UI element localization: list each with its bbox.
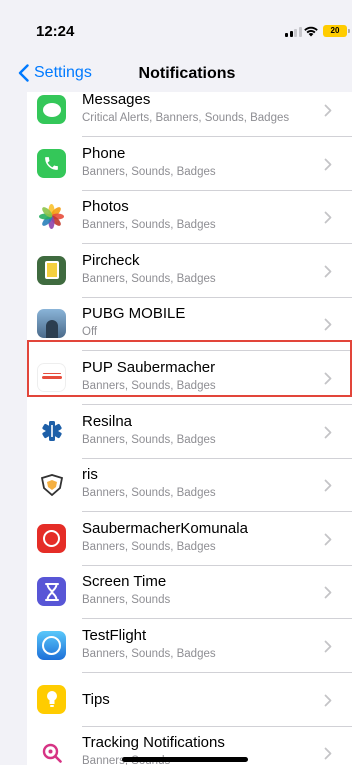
tracking-icon	[37, 738, 66, 765]
chevron-right-icon	[324, 104, 332, 117]
list-item[interactable]: SaubermacherKomunala Banners, Sounds, Bad…	[27, 512, 352, 566]
notification-settings: Banners, Sounds	[82, 594, 171, 607]
ris-icon	[37, 470, 66, 500]
list-item[interactable]: PUP Saubermacher Banners, Sounds, Badges	[27, 351, 352, 405]
chevron-right-icon	[324, 747, 332, 760]
chevron-right-icon	[324, 211, 332, 224]
notification-settings: Off	[82, 326, 98, 339]
list-item[interactable]: PUBG MOBILE Off	[27, 297, 352, 351]
battery-icon: 20	[323, 25, 350, 37]
app-name: Photos	[82, 198, 129, 216]
phone-icon	[37, 148, 66, 178]
status-time: 12:24	[36, 23, 75, 40]
chevron-right-icon	[324, 318, 332, 331]
chevron-right-icon	[324, 158, 332, 170]
notification-settings: Banners, Sounds, Badges	[82, 540, 216, 553]
pircheck-icon	[37, 255, 66, 285]
chevron-right-icon	[324, 426, 332, 438]
list-item[interactable]: Messages Critical Alerts, Banners, Sounds…	[27, 92, 352, 137]
app-name: ris	[82, 466, 98, 484]
chevron-right-icon	[324, 372, 332, 385]
notification-settings: Banners, Sounds, Badges	[82, 487, 216, 500]
app-name: Tracking Notifications	[82, 734, 225, 752]
app-name: Phone	[82, 144, 126, 162]
list-item[interactable]: ris Banners, Sounds, Badges	[27, 458, 352, 512]
notification-settings: Banners, Sounds, Badges	[82, 433, 216, 446]
app-name: Resilna	[82, 412, 133, 430]
page-title: Notifications	[138, 65, 236, 82]
chevron-right-icon	[324, 265, 332, 278]
list-item[interactable]: TestFlight Banners, Sounds, Badges	[27, 619, 352, 673]
list-item[interactable]: Phone Banners, Sounds, Badges	[27, 137, 352, 191]
app-name: PUP Saubermacher	[82, 358, 216, 376]
signal-icon	[285, 27, 302, 37]
photos-icon	[37, 202, 66, 232]
wifi-icon	[304, 26, 318, 37]
notification-settings: Banners, Sounds, Badges	[82, 272, 216, 285]
app-name: Pircheck	[82, 251, 140, 269]
saubermacher-komunala-icon	[37, 523, 66, 553]
hourglass-icon	[37, 577, 66, 607]
list-item[interactable]: Photos Banners, Sounds, Badges	[27, 190, 352, 244]
chevron-right-icon	[324, 479, 332, 492]
lightbulb-icon	[37, 684, 66, 714]
notification-settings: Banners, Sounds, Badges	[82, 219, 216, 232]
chevron-right-icon	[324, 586, 332, 599]
messages-icon	[37, 95, 66, 124]
list-item[interactable]: Screen Time Banners, Sounds	[27, 565, 352, 619]
testflight-icon	[37, 630, 66, 660]
list-item[interactable]: Pircheck Banners, Sounds, Badges	[27, 244, 352, 298]
app-name: Screen Time	[82, 573, 167, 591]
status-bar: 12:24 20	[0, 0, 352, 56]
pup-saubermacher-icon	[37, 362, 66, 392]
app-name: TestFlight	[82, 626, 147, 644]
chevron-right-icon	[324, 533, 332, 546]
notification-settings: Banners, Sounds, Badges	[82, 647, 216, 660]
app-name: SaubermacherKomunala	[82, 519, 248, 537]
notification-settings: Banners, Sounds, Badges	[82, 165, 216, 178]
resilna-icon	[37, 416, 66, 446]
chevron-right-icon	[324, 640, 332, 653]
notification-settings: Critical Alerts, Banners, Sounds, Badges	[82, 112, 290, 124]
home-indicator[interactable]	[122, 757, 248, 762]
app-notification-list: Messages Critical Alerts, Banners, Sounds…	[27, 92, 352, 765]
app-name: Tips	[82, 690, 110, 708]
nav-bar: Settings Notifications	[0, 56, 352, 92]
notification-settings: Banners, Sounds, Badges	[82, 379, 216, 392]
pubg-icon	[37, 309, 66, 339]
list-item[interactable]: Resilna Banners, Sounds, Badges	[27, 405, 352, 459]
app-name: Messages	[82, 92, 151, 108]
list-item[interactable]: Tips	[27, 673, 352, 727]
chevron-right-icon	[324, 694, 332, 706]
app-name: PUBG MOBILE	[82, 305, 186, 323]
